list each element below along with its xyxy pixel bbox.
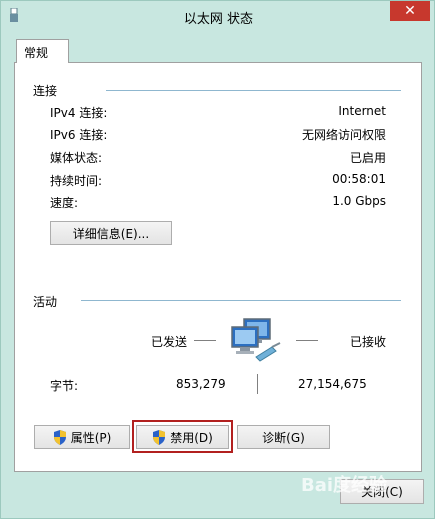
title-bar: 以太网 状态 ✕ [1,1,435,31]
highlight-box [132,420,233,453]
duration-value: 00:58:01 [332,172,386,186]
speed-value: 1.0 Gbps [332,194,386,208]
window-close-button[interactable]: ✕ [390,1,430,21]
sent-label: 已发送 [151,335,188,349]
network-computers-icon [231,318,281,362]
activity-divider [81,300,401,301]
speed-label: 速度: [50,196,79,210]
media-state-label: 媒体状态: [50,151,103,165]
ipv4-value: Internet [338,104,386,118]
ipv4-label: IPv4 连接: [50,106,108,120]
duration-label: 持续时间: [50,174,103,188]
ipv6-label: IPv6 连接: [50,128,108,142]
connection-divider [106,90,401,91]
received-dash [296,340,318,341]
dialog-window: 以太网 状态 ✕ 常规 连接 IPv4 连接: Internet IPv6 连接… [0,0,435,519]
details-button[interactable]: 详细信息(E)... [50,221,172,245]
uac-shield-icon [53,429,66,445]
activity-section-title: 活动 [33,295,58,309]
connection-section-title: 连接 [33,84,58,98]
window-title: 以太网 状态 [183,12,254,27]
diagnose-button[interactable]: 诊断(G) [237,425,330,449]
bytes-received-value: 27,154,675 [298,377,367,391]
bytes-separator [257,374,258,394]
tab-panel [14,62,422,472]
diagnose-button-label: 诊断(G) [262,430,305,445]
properties-button-label: 属性(P) [70,430,112,445]
bytes-label: 字节: [50,379,79,393]
ipv6-value: 无网络访问权限 [301,128,386,142]
tab-general[interactable]: 常规 [16,39,69,63]
media-state-value: 已启用 [349,151,386,165]
properties-button[interactable]: 属性(P) [34,425,130,449]
details-button-label: 详细信息(E)... [72,226,150,241]
received-label: 已接收 [350,335,387,349]
bytes-sent-value: 853,279 [176,377,226,391]
sent-dash [194,340,216,341]
close-icon: ✕ [404,3,416,19]
watermark: Bai度经验 [301,475,388,496]
